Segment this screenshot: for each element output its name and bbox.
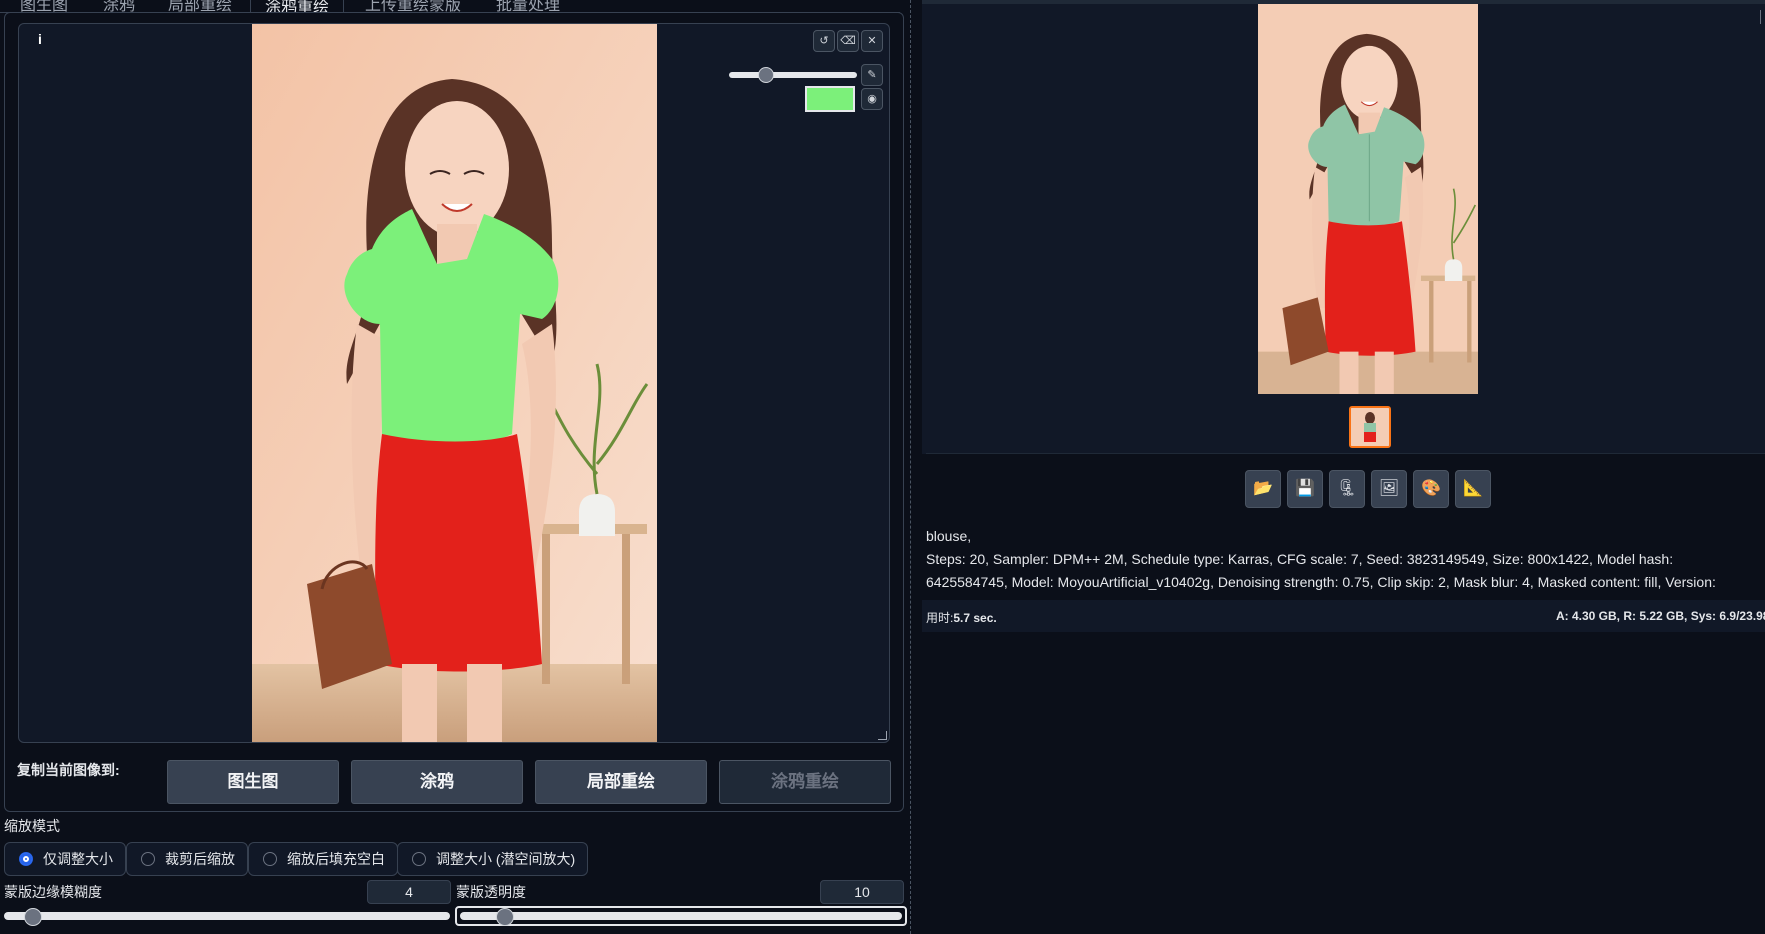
output-image[interactable] xyxy=(1258,4,1478,394)
radio-selected-icon xyxy=(19,852,33,867)
tab-sketch[interactable]: 涂鸦 xyxy=(103,0,135,12)
resize-option-label: 仅调整大小 xyxy=(43,851,113,867)
resize-handle[interactable] xyxy=(878,731,887,740)
thumbnail-illustration xyxy=(1351,408,1389,446)
brush-color-swatch[interactable] xyxy=(805,86,855,112)
memory-usage: A: 4.30 GB, R: 5.22 GB, Sys: 6.9/23.9883… xyxy=(1556,609,1765,623)
tab-img2img[interactable]: 图生图 xyxy=(20,0,68,12)
ruler-icon[interactable]: 📐 xyxy=(1455,470,1491,508)
output-thumbnail[interactable] xyxy=(1349,406,1391,448)
tab-inpaint-upload[interactable]: 上传重绘蒙版 xyxy=(365,0,461,12)
tab-batch[interactable]: 批量处理 xyxy=(496,0,560,12)
resize-option-label: 缩放后填充空白 xyxy=(287,851,385,867)
brush-size-knob[interactable] xyxy=(757,67,774,83)
result-photo-illustration xyxy=(1258,4,1478,394)
copy-to-label: 复制当前图像到: xyxy=(17,762,120,778)
time-value: 5.7 sec. xyxy=(953,611,997,625)
resize-option-label: 调整大小 (潜空间放大) xyxy=(436,851,576,867)
brush-size-slider[interactable] xyxy=(729,72,857,78)
copy-to-sketch-button[interactable]: 涂鸦 xyxy=(351,760,523,804)
resize-option-crop-resize[interactable]: 裁剪后缩放 xyxy=(126,842,248,876)
mask-alpha-slider[interactable] xyxy=(460,912,902,920)
save-icon[interactable]: 💾 xyxy=(1287,470,1323,508)
copy-to-inpaint-sketch-button[interactable]: 涂鸦重绘 xyxy=(719,760,891,804)
copy-to-img2img-button[interactable]: 图生图 xyxy=(167,760,339,804)
image-icon[interactable]: 🖼 xyxy=(1371,470,1407,508)
source-image[interactable] xyxy=(252,24,657,742)
resize-option-just-resize[interactable]: 仅调整大小 xyxy=(4,842,126,876)
column-divider xyxy=(910,0,911,934)
palette-icon[interactable]: 🎨 xyxy=(1413,470,1449,508)
brush-icon[interactable]: ✎ xyxy=(861,64,883,86)
undo-icon[interactable]: ↺ xyxy=(813,30,835,52)
woman-photo-illustration xyxy=(252,24,657,742)
mask-blur-label: 蒙版边缘模糊度 xyxy=(4,884,102,900)
mask-alpha-label: 蒙版透明度 xyxy=(456,884,526,900)
gallery-divider xyxy=(926,453,1765,454)
resize-option-label: 裁剪后缩放 xyxy=(165,851,235,867)
sketch-canvas[interactable]: i ↺ ⌫ ✕ ✎ ◉ xyxy=(18,23,890,743)
close-icon[interactable]: ✕ xyxy=(861,30,883,52)
time-taken: 用时:5.7 sec. xyxy=(926,609,997,626)
mask-blur-input[interactable]: 4 xyxy=(367,880,451,904)
zip-icon[interactable]: 🗜 xyxy=(1329,470,1365,508)
clear-icon[interactable]: ⌫ xyxy=(837,30,859,52)
mask-alpha-input[interactable]: 10 xyxy=(820,880,904,904)
copy-to-inpaint-button[interactable]: 局部重绘 xyxy=(535,760,707,804)
info-button[interactable]: i xyxy=(31,30,49,48)
radio-unselected-icon xyxy=(412,852,426,867)
mask-blur-knob[interactable] xyxy=(23,908,42,926)
radio-unselected-icon xyxy=(141,852,155,867)
resize-option-resize-fill[interactable]: 缩放后填充空白 xyxy=(248,842,398,876)
resize-option-latent-upscale[interactable]: 调整大小 (潜空间放大) xyxy=(397,842,589,876)
mask-blur-slider[interactable] xyxy=(4,912,450,920)
gallery-scroll-icon[interactable] xyxy=(1760,10,1765,24)
folder-icon[interactable]: 📂 xyxy=(1245,470,1281,508)
resize-mode-label: 缩放模式 xyxy=(4,818,60,834)
time-label: 用时: xyxy=(926,611,954,625)
prompt-text: blouse, xyxy=(926,528,972,544)
radio-unselected-icon xyxy=(263,852,277,867)
tab-inpaint[interactable]: 局部重绘 xyxy=(168,0,232,12)
palette-icon[interactable]: ◉ xyxy=(861,88,883,110)
